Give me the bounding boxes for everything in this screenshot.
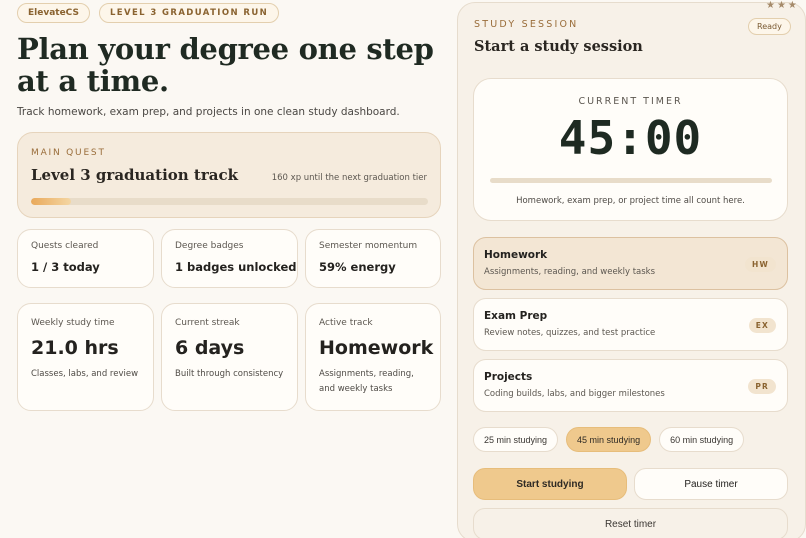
stat-value: 1 badges unlocked [175,260,297,274]
start-studying-button[interactable]: Start studying [473,468,627,500]
metric-desc: Assignments, reading, and weekly tasks [319,369,414,394]
session-eyebrow: STUDY SESSION [474,19,579,30]
track-name: Projects [484,371,533,383]
track-badge: HW [745,257,776,272]
duration-60-button[interactable]: 60 min studying [659,427,745,452]
page-subtitle: Track homework, exam prep, and projects … [17,106,400,118]
stat-card-quests: Quests cleared 1 / 3 today [17,229,154,288]
timer-display: 45:00 [558,111,703,165]
stat-label: Semester momentum [319,241,418,251]
star-rating: ★★★ [766,0,799,11]
metric-card-streak: Current streak 6 days Built through cons… [161,303,298,411]
track-badge: EX [748,318,776,333]
metric-value: 21.0 hrs [31,337,119,359]
quest-xp-note: 160 xp until the next graduation tier [271,173,427,183]
timer-desc: Homework, exam prep, or project time all… [516,196,745,206]
track-desc: Assignments, reading, and weekly tasks [484,267,656,277]
track-name: Exam Prep [484,310,548,322]
quest-title: Level 3 graduation track [31,166,238,184]
track-badge: PR [748,379,776,394]
track-name: Homework [484,249,548,261]
quest-progress-fill [31,198,71,205]
duration-options: 25 min studying 45 min studying 60 min s… [473,427,745,452]
stat-card-badges: Degree badges 1 badges unlocked [161,229,298,288]
duration-25-button[interactable]: 25 min studying [473,427,559,452]
track-option-homework[interactable]: Homework Assignments, reading, and weekl… [473,237,788,290]
study-session-panel: ★★★ STUDY SESSION Start a study session … [457,0,806,538]
timer-label: CURRENT TIMER [578,96,683,107]
reset-timer-button[interactable]: Reset timer [473,508,788,538]
run-pill: LEVEL 3 GRADUATION RUN [98,3,280,23]
metric-label: Weekly study time [31,318,115,328]
track-desc: Review notes, quizzes, and test practice [484,328,656,338]
track-option-exam-prep[interactable]: Exam Prep Review notes, quizzes, and tes… [473,298,788,351]
metric-value: 6 days [175,337,245,359]
stat-value: 59% energy [319,260,396,274]
quest-progress-bar [31,198,428,205]
stat-card-momentum: Semester momentum 59% energy [305,229,441,288]
metric-desc: Classes, labs, and review [31,369,139,379]
page-title: Plan your degree one step at a time. [17,32,434,98]
metric-label: Active track [319,318,373,328]
metric-label: Current streak [175,318,240,328]
metric-card-active-track: Active track Homework Assignments, readi… [305,303,441,411]
quest-eyebrow: MAIN QUEST [31,148,106,158]
stat-value: 1 / 3 today [31,260,100,274]
timer-card: CURRENT TIMER 45:00 Homework, exam prep,… [473,78,788,221]
track-desc: Coding builds, labs, and bigger mileston… [484,389,665,399]
track-option-projects[interactable]: Projects Coding builds, labs, and bigger… [473,359,788,412]
status-badge: Ready [748,18,791,35]
duration-45-button[interactable]: 45 min studying [566,427,652,452]
brand-pill[interactable]: ElevateCS [17,3,90,23]
metric-value: Homework [319,337,434,359]
main-quest-card: MAIN QUEST Level 3 graduation track 160 … [17,132,441,218]
stat-label: Quests cleared [31,241,99,251]
timer-progress-bar [490,178,772,183]
session-title: Start a study session [474,38,643,55]
stat-label: Degree badges [175,241,244,251]
pause-timer-button[interactable]: Pause timer [634,468,788,500]
metric-card-study-time: Weekly study time 21.0 hrs Classes, labs… [17,303,154,411]
metric-desc: Built through consistency [175,369,284,379]
header-pills: ElevateCS LEVEL 3 GRADUATION RUN [17,3,280,23]
